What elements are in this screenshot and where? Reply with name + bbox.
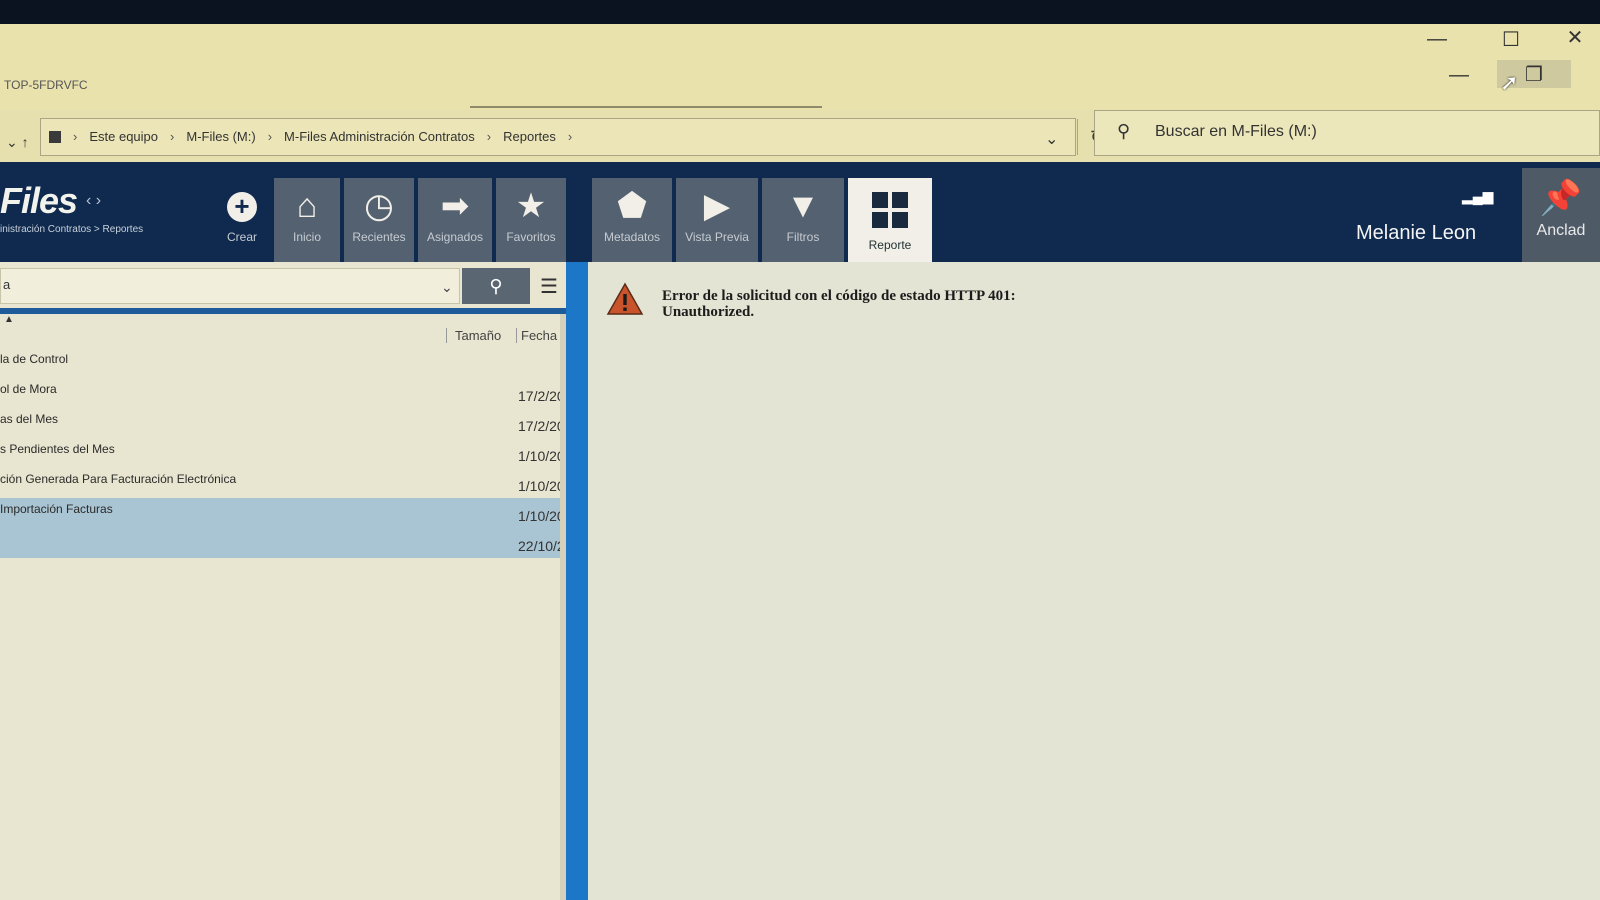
column-size[interactable]: Tamaño — [446, 328, 501, 343]
crumb-reportes[interactable]: Reportes — [503, 129, 556, 144]
vault-path: inistración Contratos > Reportes — [0, 224, 144, 235]
computer-icon — [49, 130, 61, 143]
address-bar[interactable]: › Este equipo › M-Files (M:) › M-Files A… — [40, 118, 1105, 156]
warning-icon — [606, 282, 644, 315]
play-icon: ▶ — [703, 187, 731, 225]
grid-icon — [872, 192, 908, 228]
explorer-search-input[interactable]: ⚲ Buscar en M-Files (M:) — [1094, 110, 1600, 156]
minimize-button[interactable]: — — [1414, 24, 1460, 54]
user-name[interactable]: Melanie Leon — [1356, 222, 1476, 245]
screen: TOP-5FDRVFC — ☐ ✕ — ❐ ➚ ⌄ ↑ › Este equip… — [0, 0, 1600, 900]
menu-icon[interactable]: ☰ — [540, 274, 558, 299]
list-item[interactable]: la de Control — [0, 348, 566, 378]
back-forward-icon[interactable]: ‹ › — [86, 192, 101, 210]
search-icon: ⚲ — [489, 275, 503, 296]
maximize-button[interactable]: ☐ — [1488, 24, 1534, 54]
error-line-2: Unauthorized. — [662, 304, 755, 320]
list-item[interactable]: s Pendientes del Mes 1/10/20 — [0, 438, 566, 468]
home-icon: ⌂ — [296, 187, 318, 225]
mouse-cursor-icon: ➚ — [1500, 70, 1519, 95]
machine-name: TOP-5FDRVFC — [4, 78, 88, 92]
crumb-mfiles-drive[interactable]: M-Files (M:) — [186, 129, 255, 144]
clock-icon: ◷ — [364, 187, 394, 225]
report-button[interactable]: Reporte — [848, 178, 932, 262]
address-row: ⌄ ↑ › Este equipo › M-Files (M:) › M-Fil… — [0, 110, 1600, 162]
create-button[interactable]: + Crear — [212, 178, 272, 262]
star-icon: ★ — [515, 187, 547, 225]
filters-button[interactable]: ▼ Filtros — [762, 178, 844, 262]
search-icon: ⚲ — [1117, 121, 1131, 141]
crumb-vault[interactable]: M-Files Administración Contratos — [284, 129, 475, 144]
crumb-este-equipo[interactable]: Este equipo — [89, 129, 158, 144]
report-pane: Error de la solicitud con el código de e… — [588, 262, 1600, 900]
close-button[interactable]: ✕ — [1552, 22, 1598, 52]
mfiles-toolbar: Files ‹ › inistración Contratos > Report… — [0, 162, 1600, 262]
list-item[interactable]: ción Generada Para Facturación Electróni… — [0, 468, 566, 498]
chevron-down-icon[interactable]: ⌄ — [441, 279, 453, 296]
sort-icon[interactable]: ▲ — [4, 314, 14, 325]
inner-minimize-button[interactable]: — — [1436, 60, 1482, 90]
home-button[interactable]: ⌂ Inicio — [274, 178, 340, 262]
pane-divider — [0, 308, 566, 314]
breadcrumb: › Este equipo › M-Files (M:) › M-Files A… — [49, 129, 572, 144]
recent-button[interactable]: ◷ Recientes — [344, 178, 414, 262]
assigned-button[interactable]: ➡ Asignados — [418, 178, 492, 262]
plus-circle-icon: + — [227, 192, 257, 222]
list-item[interactable]: ol de Mora 17/2/20 — [0, 378, 566, 408]
arrow-right-icon: ➡ — [440, 187, 470, 225]
metadata-button[interactable]: ⬟ Metadatos — [592, 178, 672, 262]
list-pane: a ⌄ ⚲ ☰ ▲ Tamaño Fecha d la de Control o… — [0, 262, 566, 900]
chevron-down-icon[interactable]: ⌄ — [1045, 129, 1058, 149]
list-search-input[interactable]: a ⌄ — [0, 268, 460, 304]
title-underline — [470, 106, 822, 108]
explorer-titlebar: TOP-5FDRVFC — [0, 24, 1600, 110]
error-line-1: Error de la solicitud con el código de e… — [662, 288, 1016, 304]
signal-icon: ▂▄▆ — [1462, 188, 1494, 204]
preview-button[interactable]: ▶ Vista Previa — [676, 178, 758, 262]
search-button[interactable]: ⚲ — [462, 268, 530, 304]
list-item[interactable]: 22/10/2 — [0, 528, 566, 558]
monitor-bezel — [0, 0, 1600, 24]
report-list: la de Control ol de Mora 17/2/20 as del … — [0, 348, 566, 558]
search-placeholder: Buscar en M-Files (M:) — [1155, 123, 1317, 140]
list-item[interactable]: as del Mes 17/2/20 — [0, 408, 566, 438]
filter-icon: ▼ — [786, 187, 820, 225]
list-item-selected[interactable]: Importación Facturas 1/10/20 — [0, 498, 566, 528]
up-arrow-icon[interactable]: ⌄ ↑ — [6, 134, 29, 151]
error-message: Error de la solicitud con el código de e… — [662, 288, 1016, 320]
mfiles-logo: Files — [0, 180, 78, 221]
column-date[interactable]: Fecha d — [516, 328, 566, 343]
favorites-button[interactable]: ★ Favoritos — [496, 178, 566, 262]
pin-icon: 📌 — [1539, 179, 1583, 217]
pin-button[interactable]: 📌 Anclad — [1522, 168, 1600, 262]
pane-splitter[interactable] — [566, 262, 588, 900]
tag-icon: ⬟ — [617, 187, 647, 225]
